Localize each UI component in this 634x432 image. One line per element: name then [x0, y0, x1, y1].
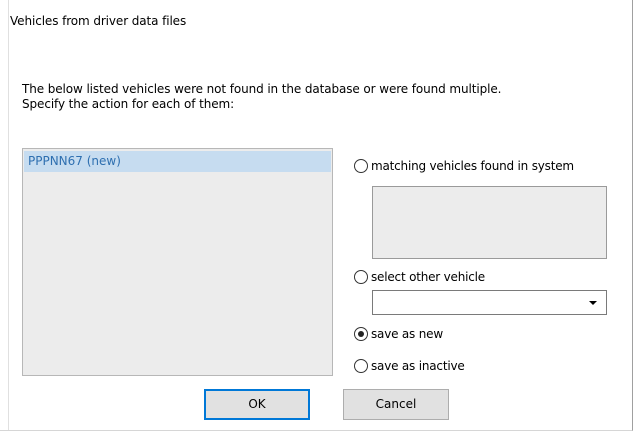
radio-save-as-inactive[interactable]: [354, 359, 368, 373]
cancel-button[interactable]: Cancel: [343, 389, 449, 420]
message-line-1: The below listed vehicles were not found…: [22, 82, 502, 96]
dropdown-arrow-icon[interactable]: [589, 301, 597, 305]
vehicles-dialog: Vehicles from driver data files The belo…: [0, 0, 633, 431]
option-save-as-inactive[interactable]: save as inactive: [354, 357, 465, 375]
option-save-as-new[interactable]: save as new: [354, 325, 443, 343]
option-save-as-inactive-label: save as inactive: [371, 359, 465, 373]
radio-save-as-new[interactable]: [354, 327, 368, 341]
dialog-title: Vehicles from driver data files: [10, 14, 187, 28]
option-matching-vehicles-label: matching vehicles found in system: [371, 159, 574, 173]
vehicle-listbox[interactable]: PPPNN67 (new): [22, 148, 333, 376]
matching-vehicles-list[interactable]: [372, 186, 607, 259]
vehicle-list-item[interactable]: PPPNN67 (new): [24, 151, 331, 172]
option-matching-vehicles[interactable]: matching vehicles found in system: [354, 157, 574, 175]
option-select-other-vehicle-label: select other vehicle: [371, 270, 485, 284]
dialog-message: The below listed vehicles were not found…: [22, 82, 622, 112]
radio-select-other-vehicle[interactable]: [354, 270, 368, 284]
radio-matching-vehicles[interactable]: [354, 159, 368, 173]
message-line-2: Specify the action for each of them:: [22, 97, 235, 111]
option-save-as-new-label: save as new: [371, 327, 443, 341]
option-select-other-vehicle[interactable]: select other vehicle: [354, 268, 485, 286]
select-other-vehicle-dropdown[interactable]: [372, 290, 607, 315]
ok-button[interactable]: OK: [204, 389, 310, 420]
